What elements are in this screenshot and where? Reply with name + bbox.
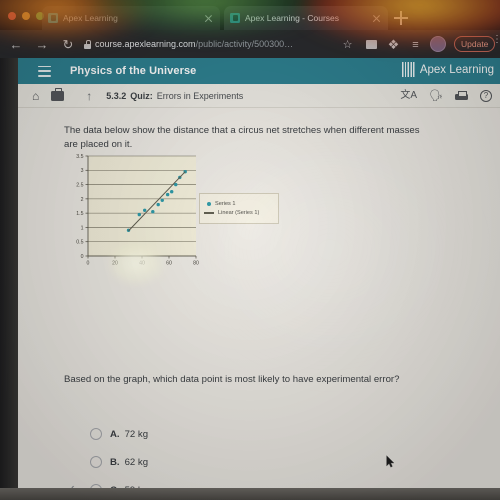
reading-list-icon[interactable]: ≡ [408,37,423,52]
apex-logo-icon [401,62,416,77]
up-arrow-icon[interactable]: ↑ [86,90,92,102]
chart-data-point [170,190,174,194]
browser-tab-1[interactable]: Apex Learning - Courses [224,6,388,30]
url-domain: course.apexlearning.com [95,39,196,49]
screenshot-root: Apex Learning Apex Learning - Courses ← … [0,0,500,500]
reload-icon[interactable]: ↻ [58,34,78,54]
chart-x-tick-label: 0 [87,260,90,266]
chart-legend: Series 1 Linear (Series 1) [199,193,279,224]
screen-bottom-bezel [0,488,500,500]
lock-icon [84,39,92,49]
url-path: /public/activity/500300… [195,39,294,49]
apex-favicon-icon [230,13,240,23]
answer-text: 62 kg [124,456,149,468]
chart-data-point [160,198,164,202]
browser-tab-0[interactable]: Apex Learning [42,6,220,30]
chart-y-tick-label: 2.5 [76,182,83,188]
activity-content: The data below show the distance that a … [18,108,500,488]
profile-avatar-icon[interactable] [430,36,446,52]
window-traffic-lights [8,12,44,20]
update-button[interactable]: Update [454,36,496,52]
apex-favicon-icon [48,13,58,23]
mouse-cursor [386,455,395,468]
breadcrumb-number: 5.3.2 [106,90,127,101]
window-close-button[interactable] [8,12,16,20]
screen-left-bezel [0,58,18,488]
web-page: Physics of the Universe Apex Learning ⌂ … [18,58,500,488]
chart-data-point [156,202,160,207]
chart-y-tick-label: 2 [81,197,84,203]
answer-text: 72 kg [124,428,149,440]
print-icon[interactable] [455,91,468,101]
legend-entry-series: Series 1 [204,201,274,207]
chart-y-tick-label: 3 [81,168,84,174]
browser-tabstrip: Apex Learning Apex Learning - Courses [0,0,500,30]
chart-data-point [137,212,141,217]
brand-name: Apex Learning [419,63,494,76]
chart-y-tick-label: 0 [81,254,84,260]
extensions-puzzle-icon[interactable]: ❖ [386,37,401,52]
chart-data-point [165,192,170,197]
radio-button[interactable] [90,456,102,468]
radio-button[interactable] [90,428,102,440]
activity-toolbar-actions: 文A 🗣 ? [400,84,492,108]
chart-x-tick-label: 40 [139,260,145,266]
chart-y-tick-label: 1 [81,225,84,231]
address-bar[interactable]: course.apexlearning.com/public/activity/… [84,35,336,53]
chart-data-point [151,210,155,214]
legend-entry-trendline: Linear (Series 1) [204,210,274,216]
answer-label: B. 62 kg [110,457,148,468]
forward-icon[interactable]: → [32,34,52,54]
legend-marker-line-icon [204,212,214,214]
close-icon[interactable] [203,13,214,24]
legend-label-trendline: Linear (Series 1) [218,210,260,216]
briefcase-icon[interactable] [51,87,65,101]
browser-tab-0-title: Apex Learning [63,13,118,23]
breadcrumb-name: Errors in Experiments [156,90,244,101]
answer-option-a[interactable]: A. 72 kg [64,426,148,442]
chart-y-tick-label: 0.5 [76,240,83,246]
answer-option-b[interactable]: B. 62 kg [64,454,148,470]
home-icon[interactable]: ⌂ [32,90,39,102]
window-minimize-button[interactable] [22,12,30,20]
answer-options-list: A.72 kgB.62 kg✓C.59 kg✕D.48 kg [64,426,148,488]
legend-marker-dot-icon [207,202,211,206]
brand-logo: Apex Learning [401,62,494,77]
chart-x-tick-label: 60 [166,260,172,266]
chart-x-tick-label: 80 [193,260,199,266]
url-text: course.apexlearning.com/public/activity/… [95,39,293,49]
translate-icon[interactable]: 文A [400,91,417,101]
chart-y-tick-label: 3.5 [76,154,83,160]
bookmark-star-icon[interactable]: ☆ [340,37,355,52]
question-text: Based on the graph, which data point is … [64,374,400,385]
answer-letter: B. [110,456,120,468]
new-tab-button[interactable] [394,11,408,25]
answer-label: A. 72 kg [110,429,148,440]
cast-icon[interactable] [364,37,379,52]
browser-toolbar: ← → ↻ course.apexlearning.com/public/act… [0,30,500,58]
browser-menu-icon[interactable]: ⋮ [492,35,500,52]
chart-plot-area [88,156,196,256]
back-icon[interactable]: ← [6,34,26,54]
close-icon[interactable] [371,13,382,24]
breadcrumb-kind: Quiz: [130,90,153,101]
chart-figure: 0 0.5 1 1.5 2 2.5 3 3.5 0 20 40 60 80 Series 1 Linea… [58,148,298,278]
browser-chrome: Apex Learning Apex Learning - Courses ← … [0,0,500,58]
mark-placeholder [64,427,78,441]
hamburger-menu-icon[interactable] [38,65,51,77]
chart-x-tick-label: 20 [112,260,118,266]
legend-label-series: Series 1 [215,201,236,207]
app-header: Physics of the Universe Apex Learning [18,58,500,84]
browser-tab-1-title: Apex Learning - Courses [245,13,340,23]
chart-y-tick-label: 1.5 [76,211,83,217]
activity-toolbar: ⌂ ↑ 5.3.2 Quiz: Errors in Experiments 文A… [18,84,500,108]
breadcrumb: 5.3.2 Quiz: Errors in Experiments [106,91,243,101]
mark-placeholder [64,455,78,469]
help-icon[interactable]: ? [480,90,492,102]
chart-data-point [143,208,147,212]
page-title: Physics of the Universe [70,65,197,77]
answer-letter: A. [110,428,120,440]
read-aloud-icon[interactable]: 🗣 [429,90,443,102]
